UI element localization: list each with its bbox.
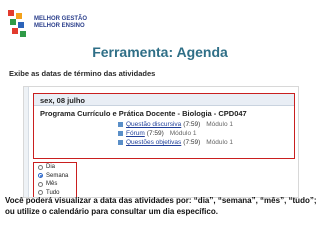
activity-module: Módulo 1 bbox=[169, 130, 197, 137]
logo-line-2: MELHOR ENSINO bbox=[34, 23, 85, 29]
activity-time: (7:59) bbox=[146, 130, 164, 137]
view-option-label: Mês bbox=[46, 181, 58, 188]
view-option-mes[interactable]: Mês bbox=[34, 180, 76, 189]
logo-line-1: MELHOR GESTÃO bbox=[34, 16, 88, 22]
activity-icon bbox=[118, 140, 123, 145]
day-date: sex, 08 julho bbox=[40, 96, 86, 105]
activity-link[interactable]: Fórum bbox=[126, 130, 145, 137]
activity-icon bbox=[118, 122, 123, 127]
activity-time: (7:59) bbox=[183, 139, 201, 146]
activity-item: Questão discursiva (7:59) Módulo 1 bbox=[118, 120, 233, 129]
activity-module: Módulo 1 bbox=[206, 139, 234, 146]
page-subtitle: Exibe as datas de término das atividades bbox=[9, 69, 156, 78]
activity-icon bbox=[118, 131, 123, 136]
view-option-semana[interactable]: Semana bbox=[34, 172, 76, 181]
view-options: Dia Semana Mês Tudo bbox=[33, 162, 77, 197]
page-title: Ferramenta: Agenda bbox=[92, 44, 228, 60]
activity-list: Questão discursiva (7:59) Módulo 1 Fórum… bbox=[118, 120, 233, 147]
left-strip bbox=[24, 87, 29, 197]
activity-link[interactable]: Questão discursiva bbox=[126, 121, 181, 128]
agenda-screenshot: sex, 08 julho Programa Currículo e Práti… bbox=[23, 86, 299, 198]
logo: MELHOR GESTÃO MELHOR ENSINO bbox=[8, 10, 88, 38]
view-option-dia[interactable]: Dia bbox=[34, 163, 76, 172]
day-header: sex, 08 julho bbox=[34, 94, 294, 106]
radio-icon[interactable] bbox=[38, 164, 43, 170]
logo-mark-icon bbox=[8, 10, 30, 38]
day-body: Programa Currículo e Prática Docente - B… bbox=[34, 106, 294, 158]
caption-text: Você poderá visualizar a data das ativid… bbox=[5, 196, 317, 216]
activity-item: Questões objetivas (7:59) Módulo 1 bbox=[118, 138, 233, 147]
activity-module: Módulo 1 bbox=[206, 121, 234, 128]
day-panel: sex, 08 julho Programa Currículo e Práti… bbox=[33, 93, 295, 159]
activity-link[interactable]: Questões objetivas bbox=[126, 139, 181, 146]
activity-time: (7:59) bbox=[183, 121, 201, 128]
radio-icon[interactable] bbox=[38, 181, 43, 187]
radio-selected-icon[interactable] bbox=[38, 173, 43, 179]
view-option-label: Dia bbox=[46, 164, 56, 171]
course-title: Programa Currículo e Prática Docente - B… bbox=[40, 109, 247, 118]
activity-item: Fórum (7:59) Módulo 1 bbox=[118, 129, 233, 138]
logo-text: MELHOR GESTÃO MELHOR ENSINO bbox=[34, 16, 87, 30]
view-option-label: Semana bbox=[46, 172, 69, 179]
